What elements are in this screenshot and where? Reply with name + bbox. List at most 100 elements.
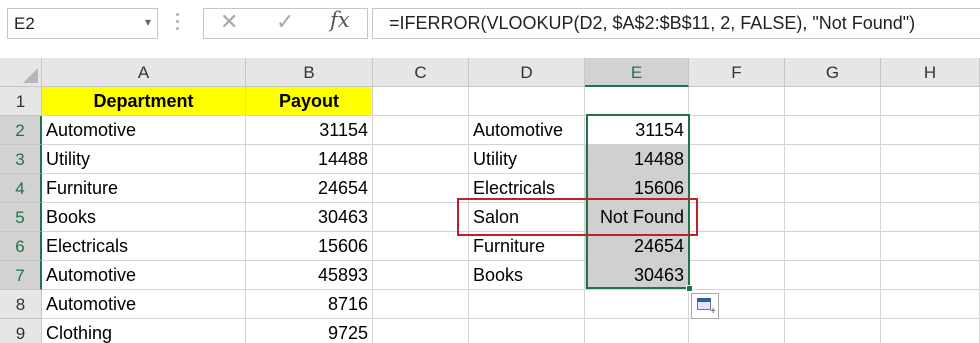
row-header-1[interactable]: 1 [0, 87, 42, 116]
cell-g3[interactable] [785, 145, 881, 174]
cell-d9[interactable] [469, 319, 585, 343]
cell-h8[interactable] [881, 290, 980, 319]
cell-c9[interactable] [373, 319, 469, 343]
row-header-3[interactable]: 3 [0, 145, 42, 174]
cell-g6[interactable] [785, 232, 881, 261]
row-header-7[interactable]: 7 [0, 261, 42, 290]
cell-a7[interactable]: Automotive [42, 261, 246, 290]
column-header-d[interactable]: D [469, 58, 585, 87]
column-header-b[interactable]: B [246, 58, 373, 87]
name-box[interactable]: E2 ▾ [7, 8, 158, 39]
cell-d6[interactable]: Furniture [469, 232, 585, 261]
cell-d1[interactable] [469, 87, 585, 116]
cell-e2[interactable]: 31154 [585, 116, 689, 145]
cell-e4[interactable]: 15606 [585, 174, 689, 203]
cell-b8[interactable]: 8716 [246, 290, 373, 319]
cell-h6[interactable] [881, 232, 980, 261]
cell-e3[interactable]: 14488 [585, 145, 689, 174]
cell-d3[interactable]: Utility [469, 145, 585, 174]
cell-e9[interactable] [585, 319, 689, 343]
row-header-9[interactable]: 9 [0, 319, 42, 343]
cell-h4[interactable] [881, 174, 980, 203]
cell-g7[interactable] [785, 261, 881, 290]
cell-b2[interactable]: 31154 [246, 116, 373, 145]
enter-icon[interactable]: ✓ [276, 9, 294, 35]
cell-a3[interactable]: Utility [42, 145, 246, 174]
cell-b6[interactable]: 15606 [246, 232, 373, 261]
cell-c1[interactable] [373, 87, 469, 116]
cell-a9[interactable]: Clothing [42, 319, 246, 343]
cell-f3[interactable] [689, 145, 785, 174]
chevron-down-icon[interactable]: ▾ [145, 15, 151, 29]
cell-f9[interactable] [689, 319, 785, 343]
cell-b7[interactable]: 45893 [246, 261, 373, 290]
cell-a5[interactable]: Books [42, 203, 246, 232]
cell-d5[interactable]: Salon [469, 203, 585, 232]
drag-handle-icon[interactable] [176, 13, 180, 33]
cell-h5[interactable] [881, 203, 980, 232]
cell-a6[interactable]: Electricals [42, 232, 246, 261]
cell-b9[interactable]: 9725 [246, 319, 373, 343]
cell-a8[interactable]: Automotive [42, 290, 246, 319]
cell-g1[interactable] [785, 87, 881, 116]
column-header-a[interactable]: A [42, 58, 246, 87]
cell-d2[interactable]: Automotive [469, 116, 585, 145]
cell-g4[interactable] [785, 174, 881, 203]
cell-g8[interactable] [785, 290, 881, 319]
cell-f7[interactable] [689, 261, 785, 290]
cell-b4[interactable]: 24654 [246, 174, 373, 203]
cell-e7[interactable]: 30463 [585, 261, 689, 290]
cell-g2[interactable] [785, 116, 881, 145]
cell-c4[interactable] [373, 174, 469, 203]
cell-c8[interactable] [373, 290, 469, 319]
column-header-c[interactable]: C [373, 58, 469, 87]
row-header-8[interactable]: 8 [0, 290, 42, 319]
column-header-g[interactable]: G [785, 58, 881, 87]
cell-c5[interactable] [373, 203, 469, 232]
cell-a4[interactable]: Furniture [42, 174, 246, 203]
cell-e8[interactable] [585, 290, 689, 319]
cell-a1[interactable]: Department [42, 87, 246, 116]
cancel-icon[interactable]: ✕ [220, 9, 238, 35]
cell-c7[interactable] [373, 261, 469, 290]
formula-input[interactable]: =IFERROR(VLOOKUP(D2, $A$2:$B$11, 2, FALS… [372, 8, 980, 39]
cell-f6[interactable] [689, 232, 785, 261]
cell-f5[interactable] [689, 203, 785, 232]
cell-f4[interactable] [689, 174, 785, 203]
select-all-button[interactable] [0, 58, 42, 87]
cell-h1[interactable] [881, 87, 980, 116]
formula-text[interactable]: =IFERROR(VLOOKUP(D2, $A$2:$B$11, 2, FALS… [389, 13, 915, 34]
cell-d7[interactable]: Books [469, 261, 585, 290]
row-header-5[interactable]: 5 [0, 203, 42, 232]
column-header-h[interactable]: H [881, 58, 980, 87]
cell-g9[interactable] [785, 319, 881, 343]
cell-c3[interactable] [373, 145, 469, 174]
cell-e5[interactable]: Not Found [585, 203, 689, 232]
quick-analysis-icon[interactable]: + [691, 293, 719, 319]
cell-h9[interactable] [881, 319, 980, 343]
cell-b1[interactable]: Payout [246, 87, 373, 116]
row-header-6[interactable]: 6 [0, 232, 42, 261]
row-header-2[interactable]: 2 [0, 116, 42, 145]
cell-g5[interactable] [785, 203, 881, 232]
column-header-e[interactable]: E [585, 58, 689, 87]
name-box-value[interactable]: E2 [14, 14, 35, 34]
column-header-f[interactable]: F [689, 58, 785, 87]
cell-c6[interactable] [373, 232, 469, 261]
cell-f2[interactable] [689, 116, 785, 145]
row-header-4[interactable]: 4 [0, 174, 42, 203]
cell-h7[interactable] [881, 261, 980, 290]
cell-h3[interactable] [881, 145, 980, 174]
cell-e1[interactable] [585, 87, 689, 116]
cell-a2[interactable]: Automotive [42, 116, 246, 145]
cell-h2[interactable] [881, 116, 980, 145]
cell-d8[interactable] [469, 290, 585, 319]
cell-e6[interactable]: 24654 [585, 232, 689, 261]
fx-icon[interactable]: fx [330, 8, 350, 32]
cell-d4[interactable]: Electricals [469, 174, 585, 203]
cell-f1[interactable] [689, 87, 785, 116]
cell-b5[interactable]: 30463 [246, 203, 373, 232]
cell-c2[interactable] [373, 116, 469, 145]
fill-handle[interactable] [686, 285, 693, 292]
cell-b3[interactable]: 14488 [246, 145, 373, 174]
